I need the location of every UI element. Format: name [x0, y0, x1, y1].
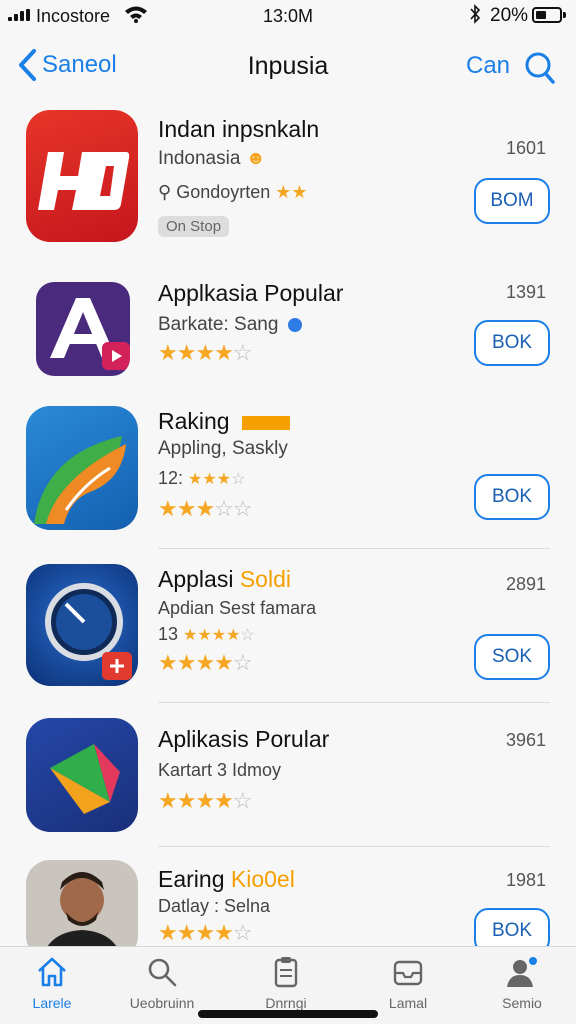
app-icon[interactable]: [26, 406, 138, 530]
app-name-accent: Kio0el: [230, 866, 295, 892]
app-meta-text: 12:: [158, 468, 184, 488]
status-badge: On Stop: [158, 216, 230, 237]
status-bar: Incostore 13:0M 20%: [0, 0, 576, 32]
verified-icon: [287, 317, 302, 332]
app-subtitle-text: Indonasia: [158, 148, 241, 169]
app-logo-icon: [50, 744, 120, 814]
list-item[interactable]: Applasi Soldi Apdian Sest famara 13 ★★★★…: [0, 562, 576, 692]
emoji-icon: ☻: [245, 148, 266, 169]
tab-label: Dnrngi: [265, 995, 307, 1011]
person-icon: [507, 957, 537, 987]
rating-stars: ★★★★☆: [158, 340, 253, 365]
app-meta: 12: ★★★☆: [158, 468, 245, 489]
app-name: Indan inpsnkaln: [158, 116, 320, 142]
home-icon: [38, 957, 66, 987]
inbox-icon: [393, 960, 423, 986]
app-logo-icon: [50, 298, 130, 370]
app-subtitle: Indonasia ☻: [158, 148, 266, 170]
tab-inbox[interactable]: Lamal: [358, 955, 458, 1013]
app-subtitle: Barkate: Sang: [158, 314, 302, 336]
tab-profile[interactable]: Semio: [472, 955, 572, 1013]
list-item[interactable]: Applkasia Popular Barkate: Sang ★★★★☆ 13…: [0, 270, 576, 400]
app-name: Applasi Soldi: [158, 566, 291, 593]
bluetooth-icon: [470, 4, 481, 24]
highlight-badge: [242, 415, 290, 430]
tab-label: Lamal: [388, 995, 428, 1011]
tag-icon: ⚲: [158, 182, 172, 202]
divider: [158, 548, 550, 549]
app-subtitle: Apdian Sest famara: [158, 598, 317, 618]
search-icon[interactable]: [522, 50, 556, 86]
rating-stars: ★★★★☆: [158, 650, 253, 675]
app-icon[interactable]: [26, 860, 138, 960]
avatar: [42, 872, 122, 960]
rating-stars: ★★★★☆: [158, 920, 253, 945]
app-size: 2891: [506, 574, 547, 594]
app-name-text: Raking: [158, 408, 230, 434]
rating-stars: ★★★☆: [188, 471, 246, 488]
app-name: Applkasia Popular: [158, 280, 344, 306]
navigation-bar: Saneol Inpusia Can: [0, 40, 576, 96]
back-label: Saneol: [42, 51, 117, 78]
app-name-accent: Soldi: [239, 566, 291, 592]
back-button[interactable]: Saneol: [16, 48, 117, 82]
app-subtitle: Datlay : Selna: [158, 896, 271, 916]
rating-stars: ★★★★☆: [183, 627, 255, 644]
battery-percent: 20%: [490, 5, 529, 26]
app-size: 1601: [506, 138, 547, 158]
app-developer-text: Gondoyrten: [176, 182, 271, 202]
app-size: 1981: [506, 870, 547, 890]
tab-clipboard[interactable]: Dnrngi: [236, 955, 336, 1013]
get-button[interactable]: SOK: [474, 634, 550, 680]
tab-home[interactable]: Larele: [2, 955, 102, 1013]
app-icon[interactable]: [26, 718, 138, 832]
app-meta-text: 13: [158, 624, 179, 644]
app-meta: 13 ★★★★☆: [158, 624, 255, 645]
battery-icon: [532, 7, 566, 23]
app-subtitle: Kartart 3 Idmoy: [158, 760, 282, 780]
divider: [158, 702, 550, 703]
app-logo-icon: [38, 152, 130, 210]
tab-label: Semio: [502, 995, 542, 1011]
home-indicator[interactable]: [198, 1010, 378, 1018]
app-name: Earing Kio0el: [158, 866, 295, 893]
app-subtitle: Appling, Saskly: [158, 438, 288, 459]
search-icon: [148, 958, 177, 987]
app-size: 1391: [506, 282, 547, 302]
app-developer: ⚲ Gondoyrten ★★: [158, 182, 308, 203]
get-button[interactable]: BOK: [474, 320, 550, 366]
app-icon[interactable]: [36, 282, 130, 376]
chevron-left-icon: [19, 49, 36, 81]
app-name-text: Applasi: [158, 566, 234, 592]
rating-stars: ★★★★☆: [158, 788, 253, 813]
app-subtitle-text: Barkate: Sang: [158, 314, 279, 335]
list-item[interactable]: Indan inpsnkaln Indonasia ☻ ⚲ Gondoyrten…: [0, 108, 576, 258]
app-logo-icon: [45, 583, 132, 680]
app-icon[interactable]: [26, 564, 138, 686]
list-item[interactable]: Raking Appling, Saskly 12: ★★★☆ ★★★☆☆ BO…: [0, 404, 576, 544]
divider: [158, 846, 550, 847]
app-size: 3961: [506, 730, 547, 750]
clipboard-icon: [274, 957, 298, 988]
get-button[interactable]: BOK: [474, 474, 550, 520]
list-item[interactable]: Aplikasis Porular Kartart 3 Idmoy ★★★★☆ …: [0, 716, 576, 836]
app-icon[interactable]: [26, 110, 138, 242]
app-name: Raking: [158, 408, 290, 435]
list-item[interactable]: Earing Kio0el Datlay : Selna ★★★★☆ 1981 …: [0, 858, 576, 960]
app-logo-icon: [34, 436, 126, 524]
tab-label: Ueobruinn: [129, 995, 195, 1011]
tab-label: Larele: [32, 995, 72, 1011]
app-name-text: Earing: [158, 866, 225, 892]
cancel-button[interactable]: Can: [466, 52, 510, 80]
tab-search[interactable]: Ueobruinn: [112, 955, 212, 1013]
rating-stars: ★★★☆☆: [158, 496, 253, 521]
app-name: Aplikasis Porular: [158, 726, 330, 752]
get-button[interactable]: BOM: [474, 178, 550, 224]
rating-stars: ★★: [275, 182, 308, 202]
